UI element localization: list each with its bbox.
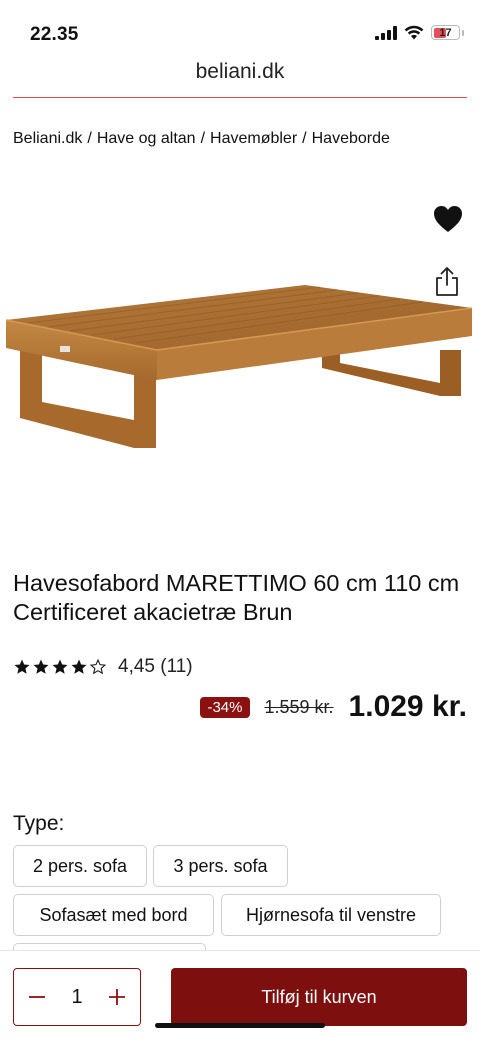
breadcrumb-separator: / [87, 130, 92, 147]
home-indicator [155, 1023, 325, 1028]
minus-icon [29, 996, 45, 998]
status-bar: 22.35 17 [0, 0, 480, 60]
breadcrumb-item-havemobler[interactable]: Havemøbler [210, 130, 297, 147]
breadcrumb-item-home[interactable]: Beliani.dk [13, 130, 82, 147]
discount-badge: -34% [200, 696, 250, 718]
type-option-3-pers-sofa[interactable]: 3 pers. sofa [153, 845, 288, 887]
plus-icon [109, 989, 125, 1005]
star-icon [33, 659, 49, 674]
status-icons: 17 [375, 25, 464, 40]
share-icon[interactable] [433, 266, 461, 298]
add-to-cart-button[interactable]: Tilføj til kurven [171, 968, 467, 1026]
breadcrumb-item-haveborde[interactable]: Haveborde [312, 130, 390, 147]
product-title: Havesofabord MARETTIMO 60 cm 110 cm Cert… [13, 570, 460, 625]
heart-icon[interactable] [432, 204, 464, 234]
quantity-value[interactable]: 1 [71, 986, 82, 1009]
breadcrumb-separator: / [200, 130, 206, 147]
rating-text: 4,45 (11) [118, 656, 193, 677]
star-icon [52, 659, 68, 674]
url-text: beliani.dk [195, 60, 285, 83]
rating-stars [13, 658, 107, 676]
old-price: 1.559 kr. [264, 696, 334, 717]
url-divider [13, 97, 467, 98]
type-label: Type: [13, 812, 65, 835]
star-icon [14, 659, 30, 674]
star-icon [71, 659, 87, 674]
breadcrumb-separator: / [302, 130, 307, 147]
breadcrumb-item-have[interactable]: Have og altan [97, 130, 196, 147]
star-outline-icon [89, 658, 107, 675]
price-row: -34% 1.559 kr. 1.029 kr. [200, 690, 467, 724]
decrease-quantity-button[interactable] [26, 986, 48, 1008]
quantity-stepper[interactable]: 1 [13, 968, 141, 1026]
url-bar[interactable]: beliani.dk [0, 60, 480, 98]
product-image[interactable] [0, 270, 480, 470]
wifi-icon [404, 25, 424, 40]
breadcrumb: Beliani.dk / Have og altan / Havemøbler / Have… [13, 130, 390, 148]
status-time: 22.35 [30, 24, 79, 45]
product-rating[interactable]: 4,45 (11) [13, 656, 193, 678]
type-option-2-pers-sofa[interactable]: 2 pers. sofa [13, 845, 147, 887]
signal-icon [375, 25, 397, 40]
battery-icon: 17 [431, 25, 460, 40]
type-option-hjornesofa-venstre[interactable]: Hjørnesofa til venstre [221, 894, 441, 936]
type-option-sofasaet-med-bord[interactable]: Sofasæt med bord [13, 894, 214, 936]
battery-level: 17 [439, 26, 452, 39]
current-price: 1.029 kr. [348, 690, 467, 723]
increase-quantity-button[interactable] [106, 986, 128, 1008]
